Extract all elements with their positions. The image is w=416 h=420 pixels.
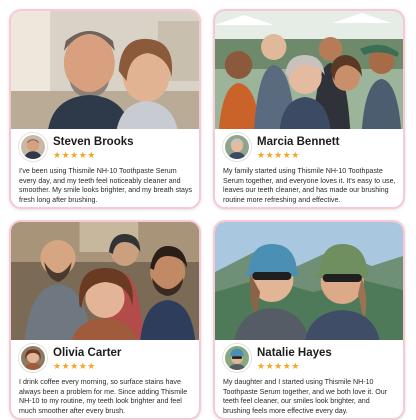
star-rating: ★★★★★	[53, 361, 96, 371]
testimonial-photo	[11, 11, 199, 129]
testimonial-photo	[11, 222, 199, 340]
testimonial-photo	[215, 222, 403, 340]
avatar	[223, 133, 251, 161]
testimonial-card: Steven Brooks ★★★★★ I've been using This…	[9, 9, 201, 209]
testimonial-photo	[215, 11, 403, 129]
avatar	[19, 133, 47, 161]
review-text: I drink coffee every morning, so surface…	[19, 378, 188, 415]
testimonial-card: Natalie Hayes ★★★★★ My daughter and I st…	[213, 220, 405, 420]
star-rating: ★★★★★	[257, 361, 300, 371]
testimonial-card: Marcia Bennett ★★★★★ My family started u…	[213, 9, 405, 209]
review-text: I've been using Thismile NH-10 Toothpast…	[19, 167, 193, 204]
review-text: My daughter and I started using Thismile…	[223, 378, 388, 415]
review-text: My family started using Thismile NH-10 T…	[223, 167, 396, 204]
reviewer-name: Natalie Hayes	[257, 347, 332, 359]
testimonial-grid: Steven Brooks ★★★★★ I've been using This…	[0, 0, 416, 420]
avatar	[19, 344, 47, 372]
star-rating: ★★★★★	[53, 150, 96, 160]
reviewer-name: Marcia Bennett	[257, 136, 340, 148]
reviewer-name: Steven Brooks	[53, 136, 134, 148]
star-rating: ★★★★★	[257, 150, 300, 160]
testimonial-card: Olivia Carter ★★★★★ I drink coffee every…	[9, 220, 201, 420]
avatar	[223, 344, 251, 372]
reviewer-name: Olivia Carter	[53, 347, 122, 359]
